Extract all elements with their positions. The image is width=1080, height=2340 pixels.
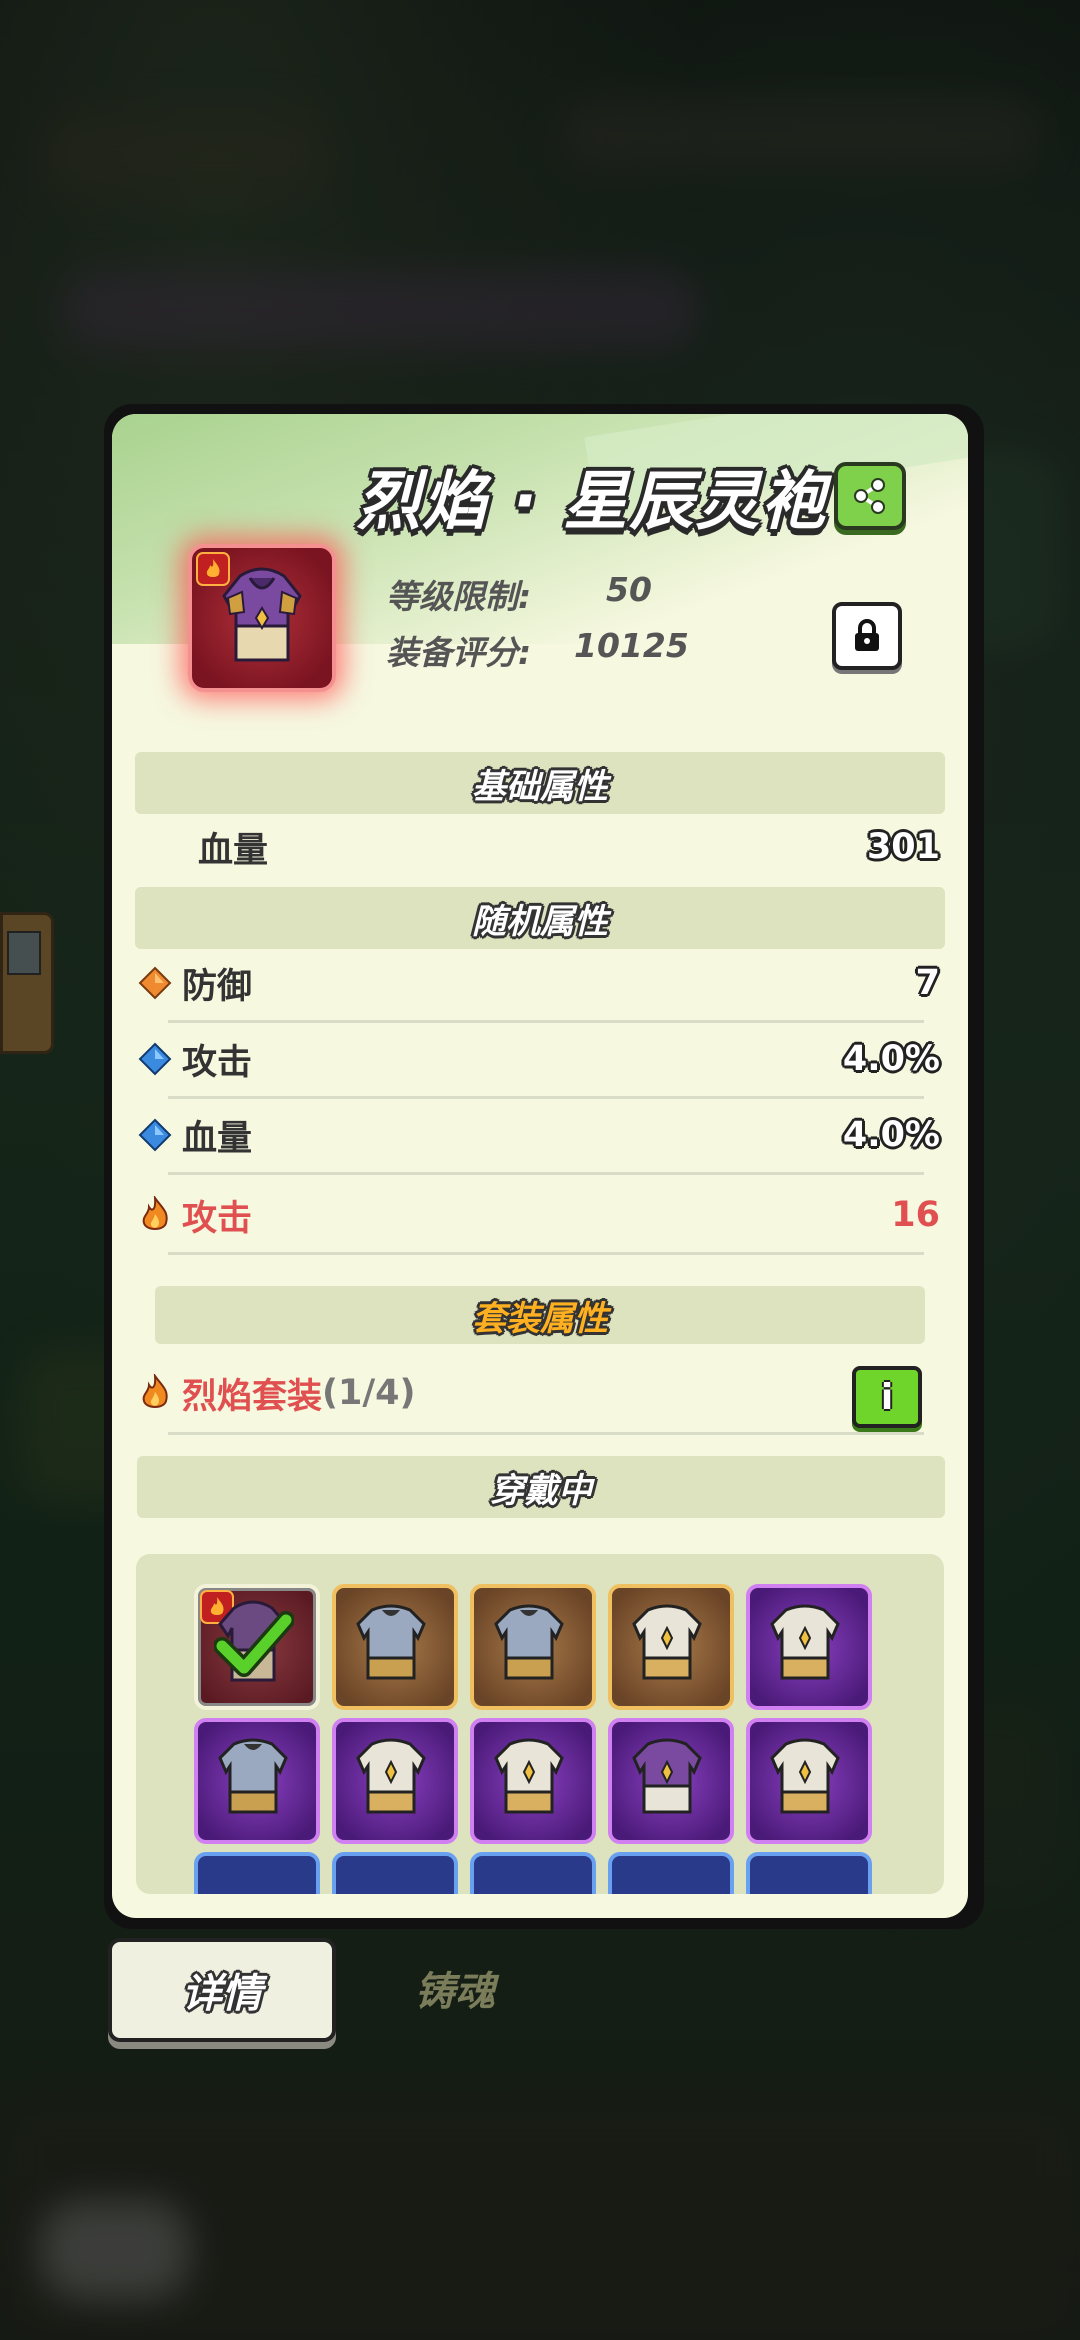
set-progress: (1/4) bbox=[322, 1373, 416, 1413]
attribute-label: 血量 bbox=[198, 830, 269, 871]
armor-robe-icon bbox=[222, 567, 302, 662]
item-detail-card: 烈焰 · 星辰灵袍 等级限制: 50 装备评分: 10125 基础属性 血量 3… bbox=[112, 414, 968, 1918]
equipment-slot[interactable] bbox=[194, 1852, 320, 1894]
attribute-value: 7 bbox=[915, 963, 940, 1003]
share-button[interactable] bbox=[834, 462, 906, 530]
attribute-label: 攻击 bbox=[182, 1198, 253, 1239]
random-attribute-row: 血量 4.0% bbox=[136, 1100, 940, 1170]
attribute-value: 4.0% bbox=[842, 1039, 940, 1079]
equipment-slot[interactable] bbox=[470, 1718, 596, 1844]
attribute-value: 4.0% bbox=[842, 1115, 940, 1155]
armor-icon bbox=[356, 1738, 426, 1814]
set-attribute-row: 烈焰套装 (1/4) bbox=[136, 1358, 940, 1428]
attribute-value: 16 bbox=[891, 1195, 940, 1235]
armor-icon bbox=[218, 1738, 288, 1814]
set-name: 烈焰套装 bbox=[182, 1376, 323, 1417]
armor-icon bbox=[770, 1604, 840, 1680]
item-title: 烈焰 · 星辰灵袍 bbox=[356, 465, 828, 539]
attribute-label: 血量 bbox=[182, 1118, 253, 1159]
base-attribute-row: 血量 301 bbox=[136, 812, 940, 882]
armor-icon bbox=[356, 1604, 426, 1680]
random-attributes-header: 随机属性 bbox=[135, 887, 945, 949]
item-icon bbox=[188, 544, 336, 692]
equipment-slot[interactable] bbox=[746, 1584, 872, 1710]
equipment-slot[interactable] bbox=[608, 1584, 734, 1710]
equipment-slot[interactable] bbox=[470, 1852, 596, 1894]
checkmark-icon bbox=[214, 1611, 294, 1677]
armor-icon bbox=[494, 1604, 564, 1680]
flame-icon bbox=[136, 1374, 174, 1412]
equipment-slot[interactable] bbox=[608, 1852, 734, 1894]
level-limit-label: 等级限制: bbox=[386, 577, 532, 616]
random-attribute-row: 攻击 16 bbox=[136, 1180, 940, 1250]
equipment-slot[interactable] bbox=[332, 1718, 458, 1844]
equipment-score-label: 装备评分: bbox=[386, 633, 532, 672]
equipment-slot-equipped[interactable] bbox=[194, 1584, 320, 1710]
lock-button[interactable] bbox=[832, 602, 902, 670]
equipped-header: 穿戴中 bbox=[137, 1456, 945, 1518]
equipment-slot[interactable] bbox=[332, 1584, 458, 1710]
equipment-score-value: 10125 bbox=[574, 626, 689, 665]
equipment-slot[interactable] bbox=[332, 1852, 458, 1894]
orange-diamond-icon bbox=[136, 964, 174, 1002]
equipment-grid bbox=[136, 1554, 944, 1894]
set-info-button[interactable]: i bbox=[852, 1366, 922, 1428]
armor-icon bbox=[770, 1738, 840, 1814]
attribute-label: 攻击 bbox=[182, 1042, 253, 1083]
attribute-label: 防御 bbox=[182, 966, 253, 1007]
random-attribute-row: 攻击 4.0% bbox=[136, 1024, 940, 1094]
flame-icon bbox=[136, 1196, 174, 1234]
level-limit-value: 50 bbox=[606, 570, 652, 609]
armor-icon bbox=[494, 1738, 564, 1814]
blue-diamond-icon bbox=[136, 1116, 174, 1154]
share-icon bbox=[854, 478, 885, 514]
base-attributes-header: 基础属性 bbox=[135, 752, 945, 814]
tab-forge-soul[interactable]: 铸魂 bbox=[370, 1958, 540, 2018]
attribute-value: 301 bbox=[866, 827, 940, 867]
equipment-slot[interactable] bbox=[470, 1584, 596, 1710]
equipment-slot[interactable] bbox=[746, 1718, 872, 1844]
tab-detail[interactable]: 详情 bbox=[108, 1938, 336, 2042]
equipment-slot[interactable] bbox=[746, 1852, 872, 1894]
armor-robe-icon bbox=[632, 1738, 702, 1814]
blue-diamond-icon bbox=[136, 1040, 174, 1078]
random-attribute-row: 防御 7 bbox=[136, 948, 940, 1018]
equipment-slot[interactable] bbox=[194, 1718, 320, 1844]
lock-icon bbox=[855, 619, 879, 651]
armor-icon bbox=[632, 1604, 702, 1680]
set-attributes-header: 套装属性 bbox=[155, 1286, 925, 1344]
equipment-slot[interactable] bbox=[608, 1718, 734, 1844]
